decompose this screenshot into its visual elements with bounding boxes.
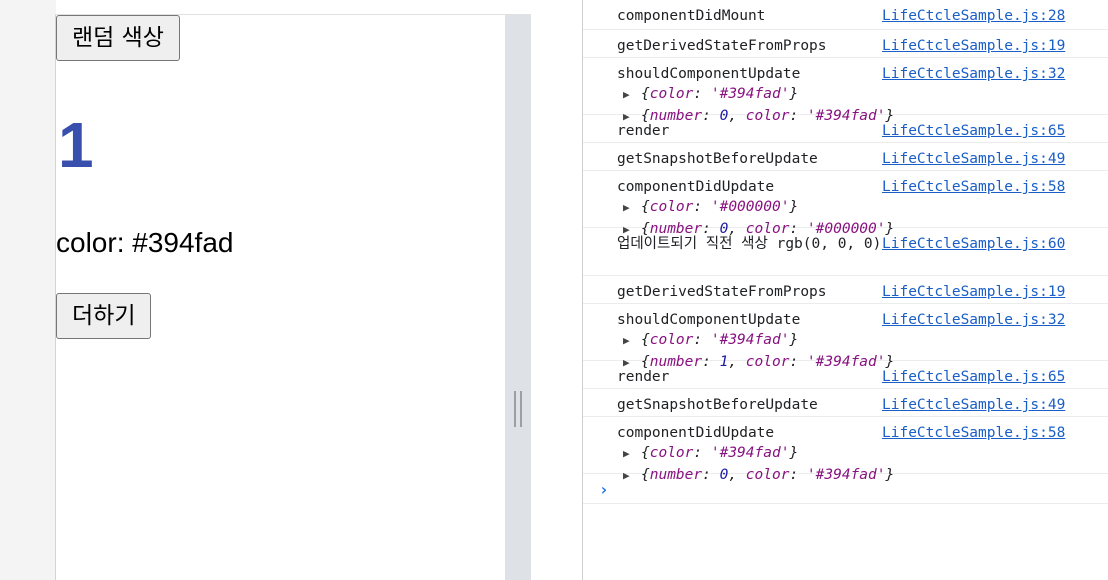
console-log: componentDidMount LifeCtcleSample.js:28 ge… bbox=[583, 0, 1108, 483]
console-entry: getSnapshotBeforeUpdate LifeCtcleSample.j… bbox=[583, 389, 1108, 417]
console-message: shouldComponentUpdate bbox=[617, 312, 801, 328]
console-message: componentDidUpdate bbox=[617, 179, 775, 195]
console-source-link[interactable]: LifeCtcleSample.js:65 bbox=[882, 121, 1065, 141]
console-source-link[interactable]: LifeCtcleSample.js:32 bbox=[882, 310, 1065, 330]
console-source-link[interactable]: LifeCtcleSample.js:19 bbox=[882, 282, 1065, 302]
console-source-link[interactable]: LifeCtcleSample.js:58 bbox=[882, 423, 1065, 443]
console-entry: getSnapshotBeforeUpdate LifeCtcleSample.j… bbox=[583, 143, 1108, 171]
expand-triangle-icon[interactable]: ▶ bbox=[623, 331, 641, 351]
browser-gutter bbox=[0, 0, 56, 580]
console-entry: getDerivedStateFromProps LifeCtcleSample.… bbox=[583, 30, 1108, 58]
console-source-link[interactable]: LifeCtcleSample.js:60 bbox=[882, 234, 1065, 254]
color-label: color: #394fad bbox=[56, 227, 234, 258]
expand-triangle-icon[interactable]: ▶ bbox=[623, 85, 641, 105]
console-message: getDerivedStateFromProps bbox=[617, 284, 827, 300]
console-source-link[interactable]: LifeCtcleSample.js:65 bbox=[882, 367, 1065, 387]
object-text: {color: '#394fad'} bbox=[641, 445, 799, 461]
expand-triangle-icon[interactable]: ▶ bbox=[623, 198, 641, 218]
console-message: getSnapshotBeforeUpdate bbox=[617, 151, 818, 167]
object-text: {color: '#394fad'} bbox=[641, 86, 799, 102]
console-entry: 업데이트되기 직전 색상 rgb(0, 0, 0) LifeCtcleSample… bbox=[583, 228, 1108, 276]
resize-grip-icon[interactable] bbox=[514, 391, 522, 427]
viewport-resize-bar[interactable] bbox=[505, 14, 531, 580]
console-entry: getDerivedStateFromProps LifeCtcleSample.… bbox=[583, 276, 1108, 304]
console-entry: componentDidMount LifeCtcleSample.js:28 bbox=[583, 0, 1108, 30]
console-message: render bbox=[617, 123, 670, 139]
console-entry: render LifeCtcleSample.js:65 bbox=[583, 361, 1108, 389]
console-message: 업데이트되기 직전 색상 rgb(0, 0, 0) bbox=[617, 236, 882, 252]
object-text: {color: '#394fad'} bbox=[641, 332, 799, 348]
console-message: getSnapshotBeforeUpdate bbox=[617, 397, 818, 413]
counter-display: 1 bbox=[58, 109, 94, 181]
console-source-link[interactable]: LifeCtcleSample.js:58 bbox=[882, 177, 1065, 197]
console-source-link[interactable]: LifeCtcleSample.js:28 bbox=[882, 6, 1065, 26]
spacer bbox=[531, 0, 582, 580]
random-color-button[interactable]: 랜덤 색상 bbox=[56, 15, 180, 61]
console-message: componentDidMount bbox=[617, 8, 766, 24]
console-entry: shouldComponentUpdate LifeCtcleSample.js:… bbox=[583, 304, 1108, 370]
console-object-preview[interactable]: ▶ {color: '#394fad'} bbox=[623, 330, 798, 351]
console-object-preview[interactable]: ▶ {color: '#394fad'} bbox=[623, 84, 798, 105]
page-viewport: 랜덤 색상 1 color: #394fad 더하기 bbox=[55, 14, 505, 580]
console-entry: shouldComponentUpdate LifeCtcleSample.js:… bbox=[583, 58, 1108, 124]
console-object-preview[interactable]: ▶ {color: '#394fad'} bbox=[623, 443, 798, 464]
console-prompt-row[interactable]: › bbox=[583, 474, 1108, 504]
expand-triangle-icon[interactable]: ▶ bbox=[623, 444, 641, 464]
console-source-link[interactable]: LifeCtcleSample.js:32 bbox=[882, 64, 1065, 84]
chevron-right-icon: › bbox=[599, 480, 609, 499]
console-message: shouldComponentUpdate bbox=[617, 66, 801, 82]
object-text: {color: '#000000'} bbox=[641, 199, 799, 215]
console-message: render bbox=[617, 369, 670, 385]
console-source-link[interactable]: LifeCtcleSample.js:49 bbox=[882, 395, 1065, 415]
console-object-preview[interactable]: ▶ {color: '#000000'} bbox=[623, 197, 798, 218]
add-button[interactable]: 더하기 bbox=[56, 293, 152, 339]
console-entry: componentDidUpdate LifeCtcleSample.js:58 ▶… bbox=[583, 417, 1108, 483]
console-message: componentDidUpdate bbox=[617, 425, 775, 441]
console-source-link[interactable]: LifeCtcleSample.js:19 bbox=[882, 36, 1065, 56]
devtools-console: componentDidMount LifeCtcleSample.js:28 ge… bbox=[582, 0, 1108, 580]
console-source-link[interactable]: LifeCtcleSample.js:49 bbox=[882, 149, 1065, 169]
console-entry: render LifeCtcleSample.js:65 bbox=[583, 115, 1108, 143]
console-message: getDerivedStateFromProps bbox=[617, 38, 827, 54]
console-entry: componentDidUpdate LifeCtcleSample.js:58 ▶… bbox=[583, 171, 1108, 237]
